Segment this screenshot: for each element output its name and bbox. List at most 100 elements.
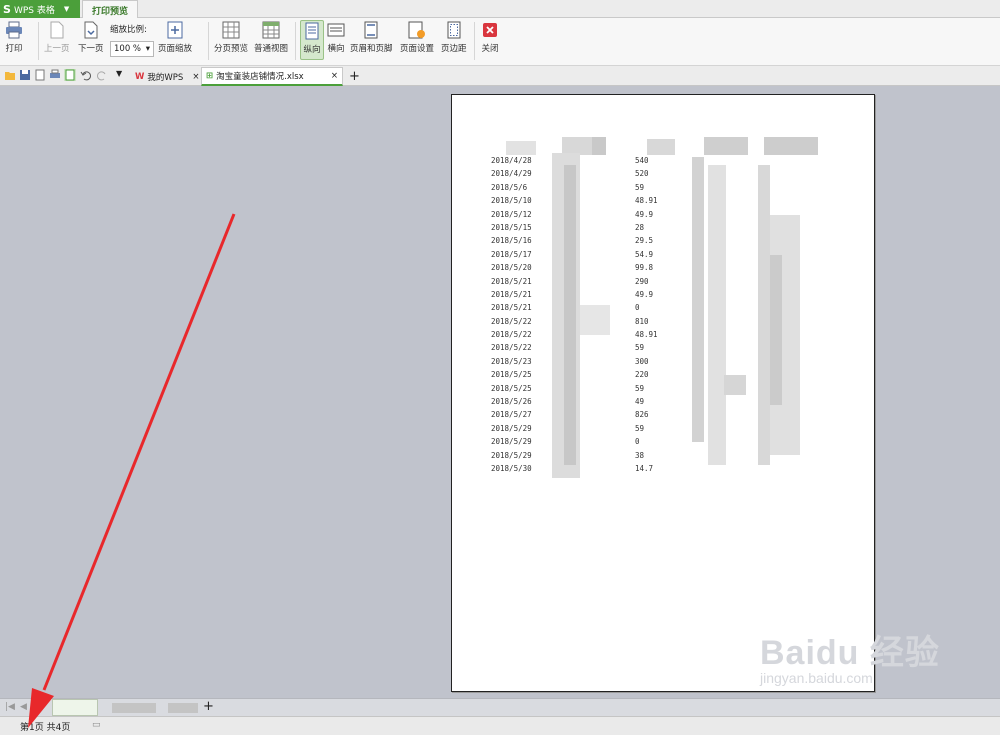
- tab-print-preview[interactable]: 打印预览: [82, 0, 138, 19]
- new-tab-plus-icon[interactable]: +: [345, 67, 364, 86]
- print-preview-icon[interactable]: [64, 69, 76, 81]
- blurred-region: [564, 165, 576, 465]
- row-amount: 48.91: [635, 330, 658, 340]
- wps-app-menu[interactable]: S WPS 表格 ▼: [0, 0, 80, 18]
- undo-icon[interactable]: [80, 69, 92, 81]
- print-icon[interactable]: [49, 69, 61, 81]
- next-page-label: 下一页: [78, 44, 104, 54]
- open-folder-icon[interactable]: [4, 69, 16, 81]
- row-amount: 49: [635, 397, 645, 407]
- row-date: 2018/5/21: [491, 289, 532, 299]
- doc-tab-file-label: 淘宝童装店铺情况.xlsx: [216, 72, 304, 82]
- row-date: 2018/5/17: [491, 249, 532, 259]
- row-amount: 520: [635, 169, 649, 179]
- close-tab-icon[interactable]: ×: [192, 72, 199, 82]
- page-break-preview-button[interactable]: 分页预览: [214, 20, 248, 54]
- row-date: 2018/5/10: [491, 196, 532, 206]
- header-footer-icon: [361, 20, 381, 40]
- divider: [38, 22, 39, 60]
- row-date: 2018/4/28: [491, 156, 532, 165]
- row-amount: 38: [635, 450, 645, 460]
- sheet-tab[interactable]: [168, 703, 198, 713]
- page-zoom-button[interactable]: 页面缩放: [158, 20, 192, 54]
- landscape-label: 横向: [327, 44, 345, 54]
- zoom-value: 100 %: [114, 44, 142, 54]
- sheet-first-icon[interactable]: |◀: [5, 702, 15, 712]
- row-date: 2018/5/12: [491, 209, 532, 219]
- row-date: 2018/5/15: [491, 222, 532, 232]
- add-sheet-plus-icon[interactable]: +: [203, 699, 214, 714]
- divider: [295, 22, 296, 60]
- title-bar: [0, 0, 1000, 18]
- portrait-button[interactable]: 纵向: [300, 20, 324, 60]
- row-amount: 0: [635, 303, 640, 313]
- wps-logo-icon: S: [3, 2, 11, 16]
- normal-view-button[interactable]: 普通视图: [254, 20, 288, 54]
- wps-w-icon: W: [135, 71, 145, 82]
- page-break-grid-icon: [221, 20, 241, 40]
- page-setup-label: 页面设置: [400, 44, 435, 54]
- row-date: 2018/5/21: [491, 303, 532, 313]
- save-icon[interactable]: [19, 69, 31, 81]
- output-pdf-icon[interactable]: [34, 69, 46, 81]
- sheet-tab[interactable]: [112, 703, 156, 713]
- redo-icon[interactable]: [96, 69, 108, 81]
- blurred-region: [580, 305, 610, 335]
- page-setup-button[interactable]: 页面设置: [400, 20, 434, 54]
- margins-icon: [444, 20, 464, 40]
- watermark-brand: Baidu 经验: [760, 634, 940, 672]
- row-date: 2018/5/29: [491, 437, 532, 447]
- arrow-line: [42, 213, 236, 691]
- sheet-prev-icon[interactable]: ◀: [20, 702, 27, 712]
- page-count-status: 第1页 共4页: [20, 723, 71, 733]
- row-date: 2018/5/6: [491, 182, 528, 192]
- normal-view-label: 普通视图: [254, 44, 289, 54]
- close-label: 关闭: [481, 44, 499, 54]
- row-amount: 300: [635, 356, 649, 366]
- row-date: 2018/5/23: [491, 356, 532, 366]
- row-date: 2018/5/22: [491, 343, 532, 353]
- page-zoom-label: 页面缩放: [158, 44, 193, 54]
- print-button[interactable]: 打印: [4, 20, 24, 54]
- row-date: 2018/5/20: [491, 263, 532, 273]
- tab-print-preview-label: 打印预览: [91, 6, 128, 17]
- row-amount: 59: [635, 182, 645, 192]
- page-layout-icon[interactable]: ▭: [92, 720, 101, 730]
- landscape-page-icon: [326, 20, 346, 40]
- ribbon-toolbar: 打印 上一页 下一页 缩放比例: 100 % ▾ 页面缩放 分页预览 普通视图: [0, 18, 1000, 66]
- doc-tab-file[interactable]: ⊞ 淘宝童装店铺情况.xlsx ×: [201, 67, 343, 86]
- landscape-button[interactable]: 横向: [326, 20, 346, 54]
- blurred-region: [770, 255, 782, 405]
- close-preview-button[interactable]: 关闭: [480, 20, 500, 54]
- sheet-tab-active[interactable]: [52, 699, 98, 716]
- quick-access-bar: ▼ W 我的WPS × ⊞ 淘宝童装店铺情况.xlsx × +: [0, 66, 1000, 86]
- row-date: 2018/4/29: [491, 169, 532, 179]
- row-date: 2018/5/22: [491, 330, 532, 340]
- header-footer-button[interactable]: 页眉和页脚: [350, 20, 393, 54]
- app-menu-label: WPS 表格: [13, 5, 55, 16]
- page-zoom-icon: [165, 20, 185, 40]
- row-amount: 59: [635, 423, 645, 433]
- next-page-button[interactable]: 下一页: [78, 20, 104, 54]
- page-setup-icon: [407, 20, 427, 40]
- chevron-down-icon: ▼: [63, 5, 70, 13]
- row-amount: 14.7: [635, 463, 654, 473]
- blurred-region: [764, 137, 818, 155]
- status-bar: 第1页 共4页 ▭: [0, 716, 1000, 735]
- spreadsheet-file-icon: ⊞: [206, 71, 214, 81]
- portrait-label: 纵向: [303, 45, 321, 55]
- row-amount: 540: [635, 156, 649, 165]
- doc-tab-my-wps[interactable]: W 我的WPS ×: [131, 67, 203, 86]
- margins-button[interactable]: 页边距: [441, 20, 467, 54]
- chevron-down-icon[interactable]: ▼: [116, 69, 128, 81]
- zoom-select[interactable]: 100 % ▾: [110, 41, 154, 57]
- row-date: 2018/5/27: [491, 410, 532, 420]
- close-tab-icon[interactable]: ×: [331, 71, 338, 81]
- zoom-label: 缩放比例:: [110, 25, 147, 35]
- blurred-region: [704, 137, 748, 155]
- row-amount: 49.9: [635, 209, 654, 219]
- row-amount: 59: [635, 383, 645, 393]
- blurred-region: [692, 157, 704, 442]
- row-amount: 0: [635, 437, 640, 447]
- prev-page-button[interactable]: 上一页: [44, 20, 70, 54]
